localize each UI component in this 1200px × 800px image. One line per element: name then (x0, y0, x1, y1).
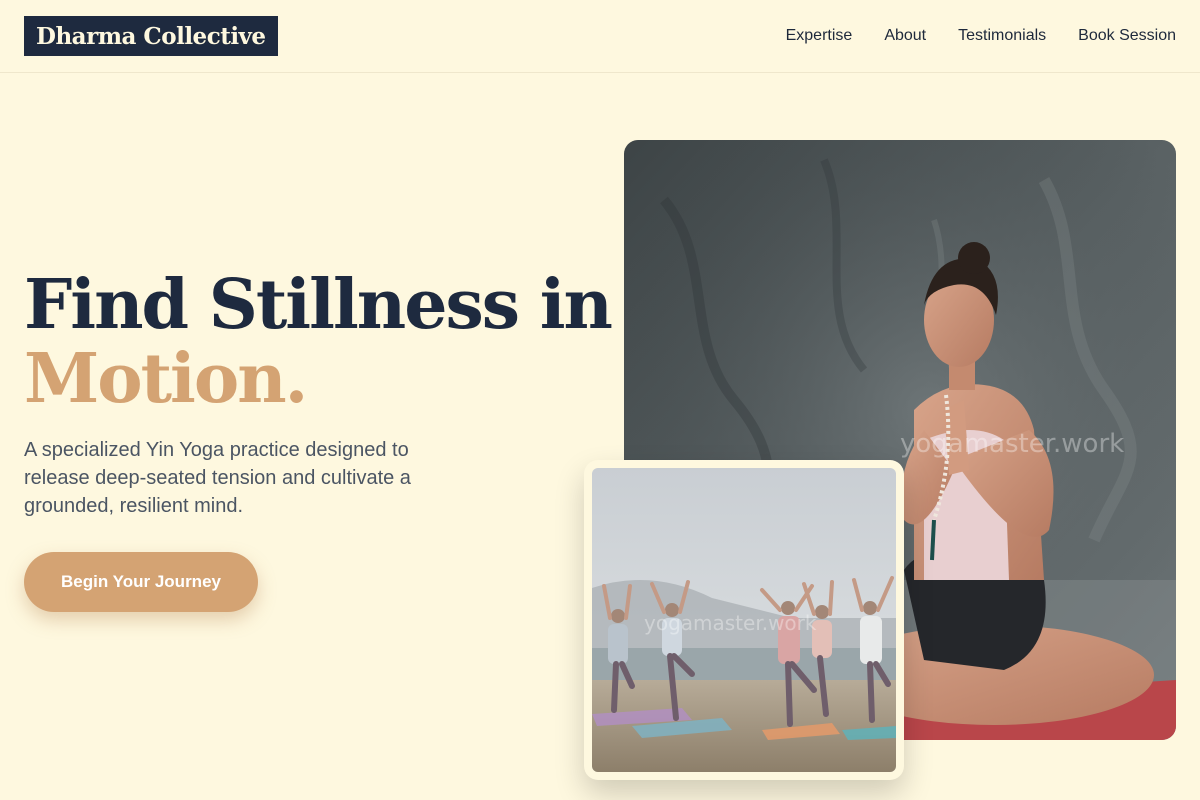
begin-journey-button[interactable]: Begin Your Journey (24, 552, 258, 612)
beach-group-photo: yogamaster.work (592, 468, 896, 772)
hero-title-accent: Motion. (24, 339, 308, 419)
hero-title: Find Stillness in Motion. (24, 265, 613, 419)
hero-inset-frame: yogamaster.work (584, 460, 904, 780)
watermark-main: yogamaster.work (900, 429, 1124, 459)
nav-link-testimonials[interactable]: Testimonials (958, 27, 1046, 45)
hero-title-line1: Find Stillness in (24, 265, 613, 345)
nav-link-expertise[interactable]: Expertise (786, 27, 853, 45)
nav-link-about[interactable]: About (884, 27, 926, 45)
hero-inset-image: yogamaster.work (592, 468, 896, 772)
site-header: Dharma Collective Expertise About Testim… (0, 0, 1200, 73)
main-nav: Expertise About Testimonials Book Sessio… (786, 27, 1176, 45)
brand-logo[interactable]: Dharma Collective (24, 16, 278, 56)
watermark-inset: yogamaster.work (644, 611, 817, 635)
hero-subtitle: A specialized Yin Yoga practice designed… (24, 439, 411, 517)
nav-link-book-session[interactable]: Book Session (1078, 27, 1176, 45)
page: Dharma Collective Expertise About Testim… (0, 0, 1200, 800)
